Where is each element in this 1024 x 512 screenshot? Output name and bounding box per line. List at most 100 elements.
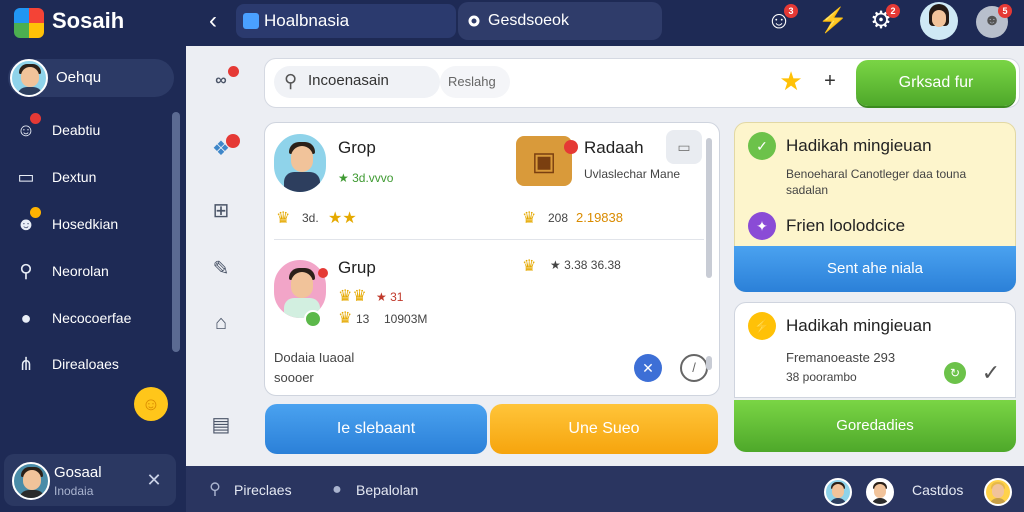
coin-stack-icon: ★★ (328, 210, 357, 227)
chat-button[interactable]: ☻ 5 (976, 4, 1012, 38)
sidebar-item-2[interactable]: ▭ Dextun (14, 163, 174, 191)
user-avatar[interactable] (920, 2, 958, 40)
sidebar-item-label: Direaloaes (52, 356, 119, 372)
primary-action-button[interactable]: Grksad fur (856, 60, 1016, 106)
avatar (10, 59, 48, 97)
rail-compose-button[interactable]: ✎ (206, 254, 236, 284)
favorite-button[interactable]: ★ (776, 66, 806, 96)
lightning-icon: ⚡ (748, 312, 776, 340)
sidebar-item-label: Necocoerfae (52, 310, 132, 326)
search-tab[interactable]: Gesdsoeok (458, 2, 662, 40)
reward-card-1-subtitle: Frien loolodcice (786, 216, 906, 235)
confirm-button[interactable]: ✓ (978, 360, 1004, 386)
rail-badge (228, 66, 239, 77)
orange-action-button[interactable]: Une Sueo (490, 404, 718, 454)
runner-icon: ⚡ (818, 7, 848, 34)
reward-card-2-title: Hadikah mingieuan (786, 316, 932, 335)
chat-icon: ● (20, 308, 32, 328)
back-button[interactable]: ‹ (202, 6, 224, 36)
bottom-item-label: Bepalolan (356, 482, 419, 498)
crown-icon: ♛ (276, 210, 291, 227)
wrench-icon: ✕ (642, 360, 654, 376)
crown-icon: ♛ (522, 258, 537, 275)
sidebar-item-3[interactable]: ☻ Hosedkian (14, 207, 174, 238)
search-filter-chip[interactable]: Reslahg (440, 66, 510, 98)
bottom-avatar-3[interactable] (984, 478, 1012, 506)
bottom-item-3-label[interactable]: Castdos (912, 478, 972, 502)
rail-clipboard-button[interactable]: ▤ (206, 410, 236, 440)
app-title: Sosaih (52, 8, 125, 33)
robot-icon: ☻ (983, 12, 1001, 29)
rail-gift-button[interactable]: ❖ (206, 134, 240, 164)
group-title-3[interactable]: Grup (338, 258, 376, 278)
plus-icon: + (824, 70, 836, 92)
grid-icon: ⊞ (212, 200, 230, 222)
group-avatar-2[interactable] (272, 258, 328, 320)
divider (274, 239, 704, 240)
online-status-icon (304, 310, 322, 328)
badge-icon: ✦ (748, 212, 776, 240)
fitness-button[interactable]: ⚡ (818, 6, 848, 36)
group-menu-button[interactable]: ▭ (666, 130, 702, 164)
search-icon: ⚲ (284, 71, 298, 91)
sidebar-user-label: Oehqu (56, 69, 102, 86)
pencil-icon: ✎ (212, 258, 230, 280)
tab-app-icon (243, 13, 259, 29)
tab-active-label: Hoalbnasia (264, 11, 350, 30)
notification-badge: 3 (784, 4, 798, 18)
emoji-button[interactable]: ☺ (134, 387, 168, 421)
blue-action-button[interactable]: Ie slebaant (265, 404, 487, 454)
clock-icon: / (692, 360, 696, 375)
bottom-avatar-1[interactable] (824, 478, 852, 506)
timer-button[interactable]: / (680, 354, 708, 382)
crown-icon: ♛ (522, 210, 537, 227)
group-scrollbar[interactable] (706, 138, 712, 278)
sidebar-user[interactable]: Oehqu (8, 59, 174, 97)
sidebar-scrollbar[interactable] (172, 112, 180, 352)
close-icon[interactable]: ✕ (144, 470, 164, 490)
search-icon: ⚲ (209, 481, 221, 498)
treasure-chest-icon[interactable]: ▣ (516, 136, 578, 186)
settings-button[interactable]: ⚙ 2 (866, 4, 900, 36)
group-title-1[interactable]: Grop (338, 138, 376, 158)
crown-icon: ♛ (338, 310, 353, 327)
clipboard-icon: ▤ (211, 414, 231, 436)
search-input[interactable]: Incoenasain (308, 72, 389, 89)
sidebar-item-1[interactable]: ☺ Deabtiu (14, 113, 174, 144)
alert-dot (318, 268, 328, 278)
bottom-item-1[interactable]: ⚲ Pireclaes (204, 478, 314, 502)
search-field[interactable]: ⚲ Incoenasain (274, 66, 440, 98)
sidebar-item-6[interactable]: ⋔ Direaloaes (14, 350, 174, 378)
group-title-2[interactable]: Radaah (584, 138, 644, 158)
reward-card-2-line2: 38 poorambo (786, 370, 857, 384)
bottom-item-2[interactable]: ● Bepalolan (326, 478, 436, 502)
group-scrollbar-thumb[interactable] (706, 356, 712, 370)
refresh-button[interactable]: ↻ (944, 362, 966, 384)
app-logo-icon[interactable] (14, 8, 44, 38)
group-desc-2: Uvlaslechar Mane (584, 167, 681, 181)
add-button[interactable]: + (818, 66, 842, 96)
coin-icon: ♛♛ (338, 288, 367, 305)
sidebar-badge (30, 207, 41, 218)
group-points-2: 2.19838 (576, 210, 623, 225)
rail-apps-button[interactable]: ⊞ (206, 196, 236, 226)
chat-bubbles-icon: ∞ (215, 72, 227, 89)
notification-button[interactable]: ☺ 3 (764, 4, 798, 36)
smile-icon: ☺ (141, 394, 161, 414)
reward-card-2-button[interactable]: Goredadies (734, 400, 1016, 452)
reward-card-1-button[interactable]: Sent ahe niala (734, 246, 1016, 292)
inbox-icon: ▭ (17, 167, 35, 187)
chat-bubble-icon: ● (332, 481, 342, 498)
sidebar-item-4[interactable]: ⚲ Neorolan (14, 257, 174, 285)
group-footer-title: Dodaia Iuaoal (274, 350, 355, 365)
treasure-badge (564, 140, 578, 154)
tab-active[interactable]: Hoalbnasia (236, 4, 456, 38)
rail-messages-button[interactable]: ∞ (206, 66, 239, 96)
tools-button[interactable]: ✕ (634, 354, 662, 382)
sidebar-item-5[interactable]: ● Necocoerfae (14, 304, 174, 332)
rail-bookmark-button[interactable]: ⌂ (206, 308, 236, 338)
check-circle-icon: ✓ (748, 132, 776, 160)
profile-status: Inodaia (54, 484, 94, 498)
bottom-avatar-2[interactable] (866, 478, 894, 506)
group-avatar-1[interactable] (272, 132, 328, 194)
